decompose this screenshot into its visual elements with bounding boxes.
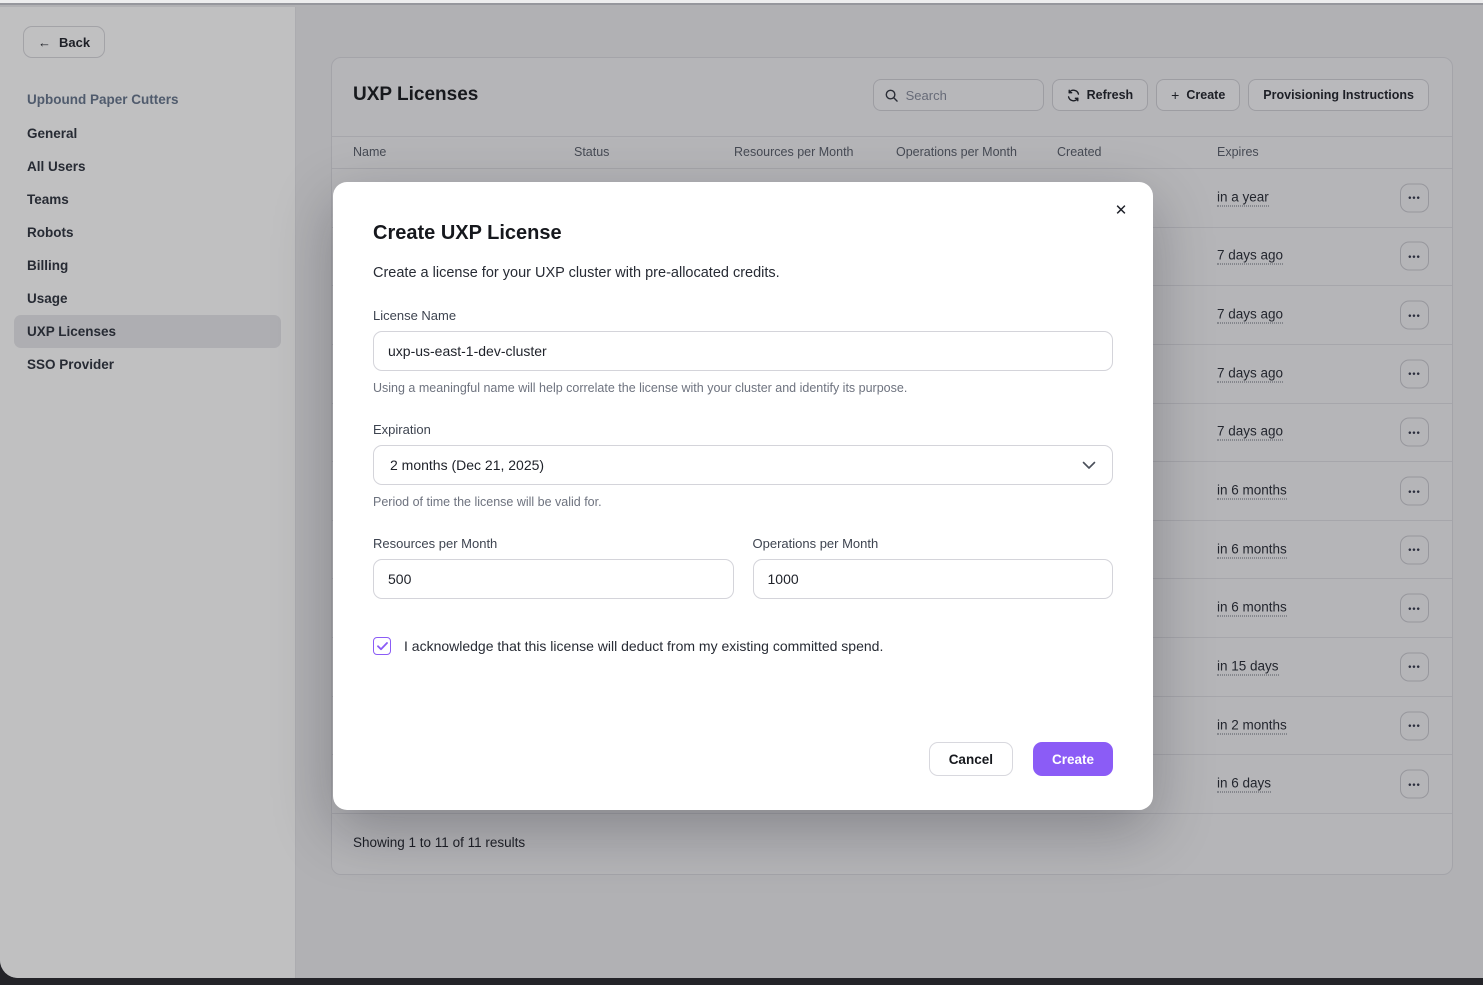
- chevron-down-icon: [1082, 461, 1096, 470]
- expiration-select[interactable]: 2 months (Dec 21, 2025): [373, 445, 1113, 485]
- resources-field[interactable]: [373, 559, 734, 599]
- operations-field[interactable]: [753, 559, 1114, 599]
- license-name-field[interactable]: [373, 331, 1113, 371]
- operations-field-group: Operations per Month: [753, 509, 1114, 599]
- acknowledgement-row: I acknowledge that this license will ded…: [373, 637, 1113, 655]
- modal-description: Create a license for your UXP cluster wi…: [373, 265, 1113, 281]
- checkmark-icon: [377, 642, 388, 651]
- close-icon[interactable]: ✕: [1109, 198, 1133, 222]
- resources-field-group: Resources per Month: [373, 509, 734, 599]
- expiration-label: Expiration: [373, 422, 1113, 437]
- cancel-button[interactable]: Cancel: [929, 742, 1013, 776]
- acknowledgement-label: I acknowledge that this license will ded…: [404, 638, 883, 654]
- operations-label: Operations per Month: [753, 536, 1114, 551]
- acknowledgement-checkbox[interactable]: [373, 637, 391, 655]
- modal-footer: Cancel Create: [373, 742, 1113, 776]
- license-name-helper: Using a meaningful name will help correl…: [373, 381, 1113, 395]
- window-chrome-strip: [0, 0, 1483, 5]
- resources-label: Resources per Month: [373, 536, 734, 551]
- license-name-label: License Name: [373, 308, 1113, 323]
- screen: ← Back Upbound Paper Cutters General All…: [0, 0, 1483, 985]
- expiration-helper: Period of time the license will be valid…: [373, 495, 1113, 509]
- modal-title: Create UXP License: [373, 222, 1113, 245]
- create-submit-button[interactable]: Create: [1033, 742, 1113, 776]
- create-uxp-license-modal: ✕ Create UXP License Create a license fo…: [333, 182, 1153, 810]
- expiration-value: 2 months (Dec 21, 2025): [390, 457, 544, 473]
